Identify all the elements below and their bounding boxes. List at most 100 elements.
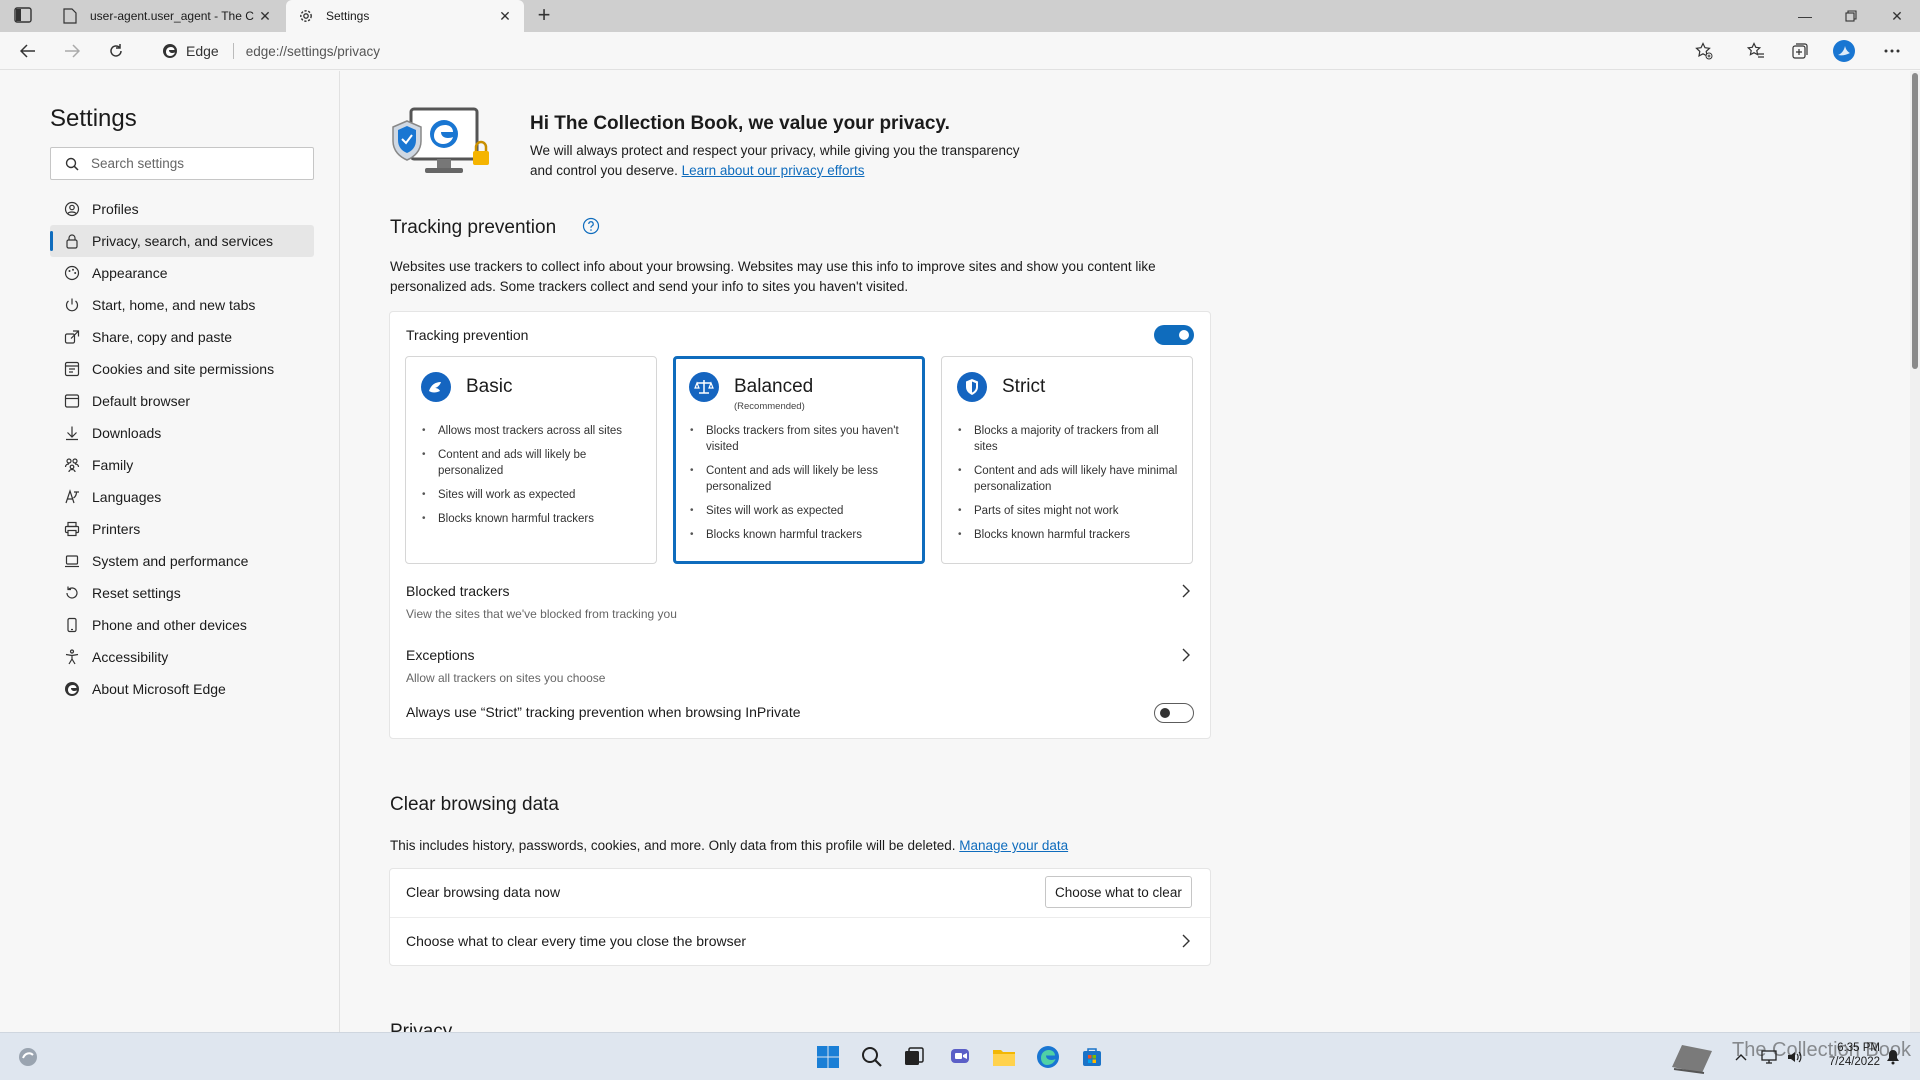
mode-bullet: Parts of sites might not work xyxy=(958,503,1182,519)
tab-actions-icon[interactable] xyxy=(14,7,34,25)
minimize-icon[interactable]: — xyxy=(1782,0,1828,32)
sidebar-item-family[interactable]: Family xyxy=(50,449,314,481)
store-icon[interactable] xyxy=(1078,1043,1106,1071)
sidebar-item-appearance[interactable]: Appearance xyxy=(50,257,314,289)
mode-card-strict[interactable]: Strict Blocks a majority of trackers fro… xyxy=(941,356,1193,564)
search-icon[interactable] xyxy=(858,1043,886,1071)
tab-title: Settings xyxy=(326,9,370,23)
search-settings-field[interactable] xyxy=(50,147,314,180)
site-label: Edge xyxy=(186,43,219,59)
mode-bullets: Blocks a majority of trackers from all s… xyxy=(958,423,1182,551)
sidebar-item-about[interactable]: About Microsoft Edge xyxy=(50,673,314,705)
mode-bullet: Content and ads will likely be personali… xyxy=(422,447,646,479)
sidebar-item-share-copy[interactable]: Share, copy and paste xyxy=(50,321,314,353)
laptop-icon xyxy=(64,553,80,569)
start-icon[interactable] xyxy=(814,1043,842,1071)
network-icon[interactable] xyxy=(1760,1047,1778,1067)
sidebar-item-languages[interactable]: Languages xyxy=(50,481,314,513)
choose-what-to-clear-button[interactable]: Choose what to clear xyxy=(1045,876,1192,908)
sidebar-item-label: System and performance xyxy=(92,553,249,569)
sidebar-item-privacy[interactable]: Privacy, search, and services xyxy=(50,225,314,257)
sidebar-item-reset[interactable]: Reset settings xyxy=(50,577,314,609)
address-bar[interactable]: Edge edge://settings/privacy xyxy=(150,36,1705,66)
more-options-icon[interactable] xyxy=(1878,38,1906,64)
sidebar-item-label: Downloads xyxy=(92,425,162,441)
mode-bullet: Blocks known harmful trackers xyxy=(422,511,646,527)
page-icon xyxy=(62,8,78,24)
sidebar-item-label: Privacy, search, and services xyxy=(92,233,274,249)
site-identity[interactable]: Edge xyxy=(150,43,219,59)
mode-card-basic[interactable]: Basic Allows most trackers across all si… xyxy=(405,356,657,564)
sidebar-item-system[interactable]: System and performance xyxy=(50,545,314,577)
notification-icon[interactable] xyxy=(1884,1047,1902,1067)
sidebar-item-label: Printers xyxy=(92,521,141,537)
tracking-section-title: Tracking prevention xyxy=(390,217,557,238)
task-view-icon[interactable] xyxy=(900,1043,928,1071)
mode-bullets: Allows most trackers across all sites Co… xyxy=(422,423,646,535)
tracking-toggle[interactable] xyxy=(1154,325,1194,345)
settings-sidebar: Settings Profiles Privacy, search, and s… xyxy=(0,71,340,1032)
sidebar-item-downloads[interactable]: Downloads xyxy=(50,417,314,449)
sidebar-item-label: Default browser xyxy=(92,393,191,409)
address-toolbar: Edge edge://settings/privacy xyxy=(0,32,1920,70)
edge-taskbar-icon[interactable] xyxy=(1034,1043,1062,1071)
sidebar-item-printers[interactable]: Printers xyxy=(50,513,314,545)
sidebar-item-label: Reset settings xyxy=(92,585,181,601)
close-window-icon[interactable]: ✕ xyxy=(1874,0,1920,32)
tracking-toggle-label: Tracking prevention xyxy=(406,327,529,343)
mode-title: Strict xyxy=(1002,376,1046,397)
close-tab-icon[interactable]: ✕ xyxy=(494,8,516,25)
sidebar-item-profiles[interactable]: Profiles xyxy=(50,193,314,225)
help-icon[interactable] xyxy=(582,217,600,235)
balance-scale-icon xyxy=(689,372,719,402)
clear-data-desc-text: This includes history, passwords, cookie… xyxy=(390,838,956,853)
widgets-icon[interactable] xyxy=(14,1043,42,1071)
restore-icon[interactable] xyxy=(1828,0,1874,32)
forward-icon[interactable] xyxy=(58,38,86,64)
sidebar-item-default-browser[interactable]: Default browser xyxy=(50,385,314,417)
scrollbar-thumb[interactable] xyxy=(1912,73,1918,369)
url-text[interactable]: edge://settings/privacy xyxy=(246,44,380,59)
sidebar-item-accessibility[interactable]: Accessibility xyxy=(50,641,314,673)
sidebar-item-label: Languages xyxy=(92,489,162,505)
sidebar-item-phone[interactable]: Phone and other devices xyxy=(50,609,314,641)
chevron-up-icon[interactable] xyxy=(1734,1047,1748,1067)
privacy-illustration xyxy=(389,105,493,185)
profile-avatar[interactable] xyxy=(1830,38,1858,64)
mode-title: Balanced xyxy=(734,376,814,397)
tray-clock[interactable]: 6:35 PM 7/24/2022 xyxy=(1820,1041,1880,1069)
search-input[interactable] xyxy=(91,156,291,171)
sidebar-item-label: Appearance xyxy=(92,265,168,281)
chat-icon[interactable] xyxy=(946,1043,974,1071)
close-tab-icon[interactable]: ✕ xyxy=(254,8,276,25)
gear-icon xyxy=(298,8,314,24)
volume-icon[interactable] xyxy=(1786,1047,1804,1067)
browser-icon xyxy=(64,393,80,409)
collections-icon[interactable] xyxy=(1786,38,1814,64)
privacy-section-title: Privacy xyxy=(390,1021,453,1032)
privacy-efforts-link[interactable]: Learn about our privacy efforts xyxy=(682,163,865,178)
favorites-icon[interactable] xyxy=(1742,38,1770,64)
refresh-icon[interactable] xyxy=(102,38,130,64)
main-scrollbar[interactable] xyxy=(1910,71,1920,1032)
address-separator xyxy=(232,43,234,59)
sidebar-item-cookies[interactable]: Cookies and site permissions xyxy=(50,353,314,385)
tab-settings[interactable]: Settings ✕ xyxy=(286,0,524,32)
add-favorite-icon[interactable] xyxy=(1690,38,1718,64)
lock-icon xyxy=(64,233,80,249)
sidebar-item-start-home[interactable]: Start, home, and new tabs xyxy=(50,289,314,321)
file-explorer-icon[interactable] xyxy=(990,1043,1018,1071)
tracking-description: Websites use trackers to collect info ab… xyxy=(390,257,1156,297)
mode-bullet: Blocks known harmful trackers xyxy=(690,527,914,543)
manage-your-data-link[interactable]: Manage your data xyxy=(959,838,1068,853)
mode-bullet: Content and ads will likely have minimal… xyxy=(958,463,1182,495)
back-icon[interactable] xyxy=(14,38,42,64)
new-tab-button[interactable]: + xyxy=(532,4,556,28)
sidebar-item-label: Accessibility xyxy=(92,649,169,665)
tab-user-agent[interactable]: user-agent.user_agent - The Coll ✕ xyxy=(50,0,284,32)
privacy-intro-line: and control you deserve. xyxy=(530,163,678,178)
strict-inprivate-toggle[interactable] xyxy=(1154,703,1194,723)
sidebar-item-label: Start, home, and new tabs xyxy=(92,297,256,313)
sidebar-item-label: Cookies and site permissions xyxy=(92,361,275,377)
mode-card-balanced[interactable]: Balanced (Recommended) Blocks trackers f… xyxy=(673,356,925,564)
